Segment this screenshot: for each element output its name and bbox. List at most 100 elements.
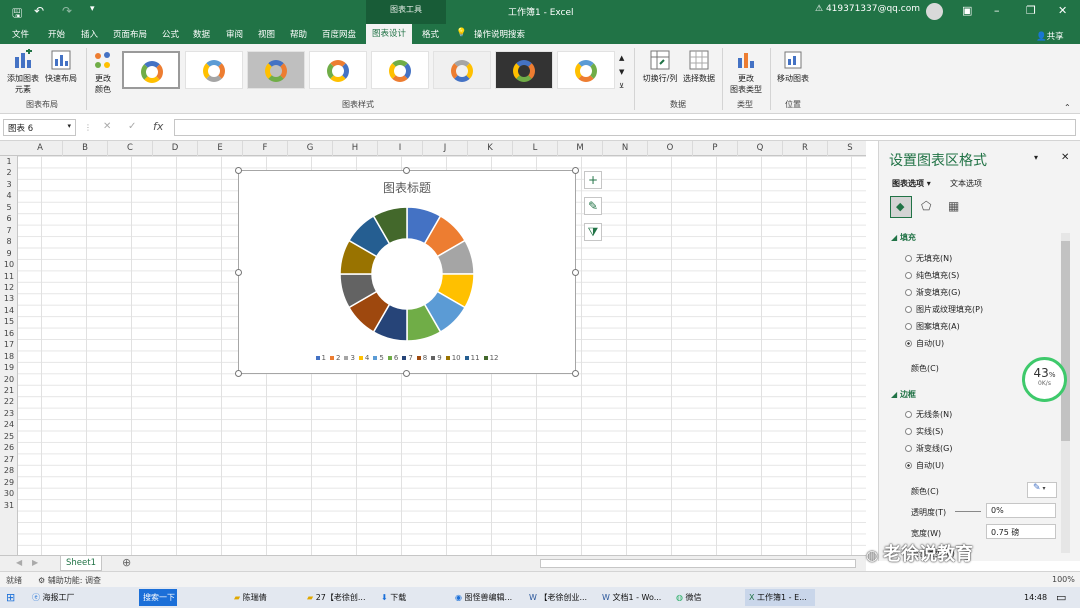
taskbar-word-1[interactable]: W 【老徐创业...: [525, 589, 595, 606]
resize-handle[interactable]: [403, 370, 410, 377]
more-styles-icon[interactable]: ⊻: [619, 81, 624, 92]
chart-area[interactable]: 图表标题 1 2 3 4 5 6 7 8 9 10 11 12: [235, 167, 579, 377]
row-header[interactable]: 1: [0, 156, 18, 167]
row-header[interactable]: 4: [0, 190, 18, 201]
taskbar-word-2[interactable]: W 文档1 - Wo...: [598, 589, 668, 606]
horizontal-scrollbar[interactable]: [540, 559, 856, 568]
resize-handle[interactable]: [235, 167, 242, 174]
chart-style-5[interactable]: [371, 51, 429, 89]
row-header[interactable]: 19: [0, 362, 18, 373]
sheet-tab-sheet1[interactable]: Sheet1: [60, 556, 102, 571]
radio-solid-fill[interactable]: 纯色填充(S): [905, 270, 959, 281]
row-header[interactable]: 2: [0, 167, 18, 178]
add-chart-element-button[interactable]: 添加图表 元素: [4, 49, 42, 95]
enter-icon[interactable]: ✓: [128, 121, 136, 132]
formula-input[interactable]: [174, 119, 1076, 136]
column-header[interactable]: A: [18, 141, 63, 156]
row-header[interactable]: 23: [0, 408, 18, 419]
tab-insert[interactable]: 插入: [81, 28, 98, 40]
accessibility-status[interactable]: ⚙ 辅助功能: 调查: [38, 575, 101, 586]
row-header[interactable]: 11: [0, 271, 18, 282]
tab-home[interactable]: 开始: [48, 28, 65, 40]
chart-style-4[interactable]: [309, 51, 367, 89]
chart-styles-button[interactable]: ✎: [584, 197, 602, 215]
scrollbar-thumb[interactable]: [1061, 241, 1070, 441]
customize-quick-access-icon[interactable]: ▾: [90, 4, 95, 14]
notification-icon[interactable]: ▭: [1052, 589, 1066, 606]
resize-handle[interactable]: [572, 370, 579, 377]
radio-gradient-fill[interactable]: 渐变填充(G): [905, 287, 960, 298]
scroll-up-icon[interactable]: ▲: [619, 53, 624, 64]
move-chart-button[interactable]: 移动图表: [774, 49, 812, 84]
column-header[interactable]: D: [153, 141, 198, 156]
chart-style-1[interactable]: [122, 51, 180, 89]
row-header[interactable]: 8: [0, 236, 18, 247]
resize-handle[interactable]: [572, 269, 579, 276]
tab-format[interactable]: 格式: [422, 28, 439, 40]
chart-style-7[interactable]: [495, 51, 553, 89]
row-header[interactable]: 18: [0, 351, 18, 362]
chart-style-3[interactable]: [247, 51, 305, 89]
legend-entry[interactable]: 9: [431, 354, 442, 362]
chart-elements-button[interactable]: +: [584, 171, 602, 189]
ribbon-display-icon[interactable]: ▣: [962, 4, 972, 17]
radio-no-line[interactable]: 无线条(N): [905, 409, 952, 420]
row-header[interactable]: 31: [0, 500, 18, 511]
tab-text-options[interactable]: 文本选项: [950, 178, 982, 189]
column-header[interactable]: K: [468, 141, 513, 156]
row-header[interactable]: 25: [0, 431, 18, 442]
size-properties-icon[interactable]: ▦: [948, 199, 959, 213]
radio-picture-fill[interactable]: 图片或纹理填充(P): [905, 304, 983, 315]
tab-formulas[interactable]: 公式: [162, 28, 179, 40]
row-header[interactable]: 21: [0, 385, 18, 396]
tab-chart-options[interactable]: 图表选项 ▾: [892, 178, 931, 189]
tell-me-search[interactable]: 操作说明搜索: [474, 28, 525, 40]
legend-entry[interactable]: 8: [416, 354, 427, 362]
prev-sheet-icon[interactable]: ◀: [16, 558, 22, 567]
row-header[interactable]: 26: [0, 442, 18, 453]
row-header[interactable]: 17: [0, 339, 18, 350]
column-header[interactable]: S: [828, 141, 866, 156]
row-header[interactable]: 22: [0, 396, 18, 407]
undo-icon[interactable]: ↶: [34, 4, 44, 18]
row-header[interactable]: 14: [0, 305, 18, 316]
radio-gradient-line[interactable]: 渐变线(G): [905, 443, 952, 454]
scroll-down-icon[interactable]: ▼: [619, 67, 624, 78]
legend-entry[interactable]: 5: [373, 354, 384, 362]
column-header[interactable]: R: [783, 141, 828, 156]
tab-help[interactable]: 帮助: [290, 28, 307, 40]
tab-baidu-netdisk[interactable]: 百度网盘: [322, 28, 356, 40]
row-header[interactable]: 29: [0, 477, 18, 488]
resize-handle[interactable]: [235, 370, 242, 377]
column-header[interactable]: I: [378, 141, 423, 156]
change-chart-type-button[interactable]: 更改 图表类型: [726, 49, 766, 95]
chart-style-6[interactable]: [433, 51, 491, 89]
column-header[interactable]: P: [693, 141, 738, 156]
quick-layout-button[interactable]: 快速布局: [44, 49, 78, 84]
column-header[interactable]: H: [333, 141, 378, 156]
column-header[interactable]: E: [198, 141, 243, 156]
column-header[interactable]: J: [423, 141, 468, 156]
row-header[interactable]: 20: [0, 374, 18, 385]
collapse-ribbon-icon[interactable]: ⌃: [1064, 102, 1071, 113]
next-sheet-icon[interactable]: ▶: [32, 558, 38, 567]
column-header[interactable]: Q: [738, 141, 783, 156]
taskbar-tuguaishou[interactable]: ◉ 图怪兽编辑...: [451, 589, 521, 606]
radio-solid-line[interactable]: 实线(S): [905, 426, 943, 437]
tab-page-layout[interactable]: 页面布局: [113, 28, 147, 40]
column-header[interactable]: L: [513, 141, 558, 156]
row-header[interactable]: 16: [0, 328, 18, 339]
add-sheet-icon[interactable]: ⊕: [122, 556, 131, 569]
chart-style-2[interactable]: [185, 51, 243, 89]
column-header[interactable]: B: [63, 141, 108, 156]
close-button[interactable]: ✕: [1058, 4, 1067, 17]
chart-title[interactable]: 图表标题: [239, 179, 575, 196]
legend-entry[interactable]: 3: [344, 354, 355, 362]
row-header[interactable]: 27: [0, 454, 18, 465]
fill-section-header[interactable]: ◢ 填充: [891, 232, 916, 243]
tab-data[interactable]: 数据: [193, 28, 210, 40]
redo-icon[interactable]: ↷: [62, 4, 72, 18]
legend-entry[interactable]: 12: [483, 354, 498, 362]
legend-entry[interactable]: 11: [464, 354, 480, 362]
column-header[interactable]: M: [558, 141, 603, 156]
